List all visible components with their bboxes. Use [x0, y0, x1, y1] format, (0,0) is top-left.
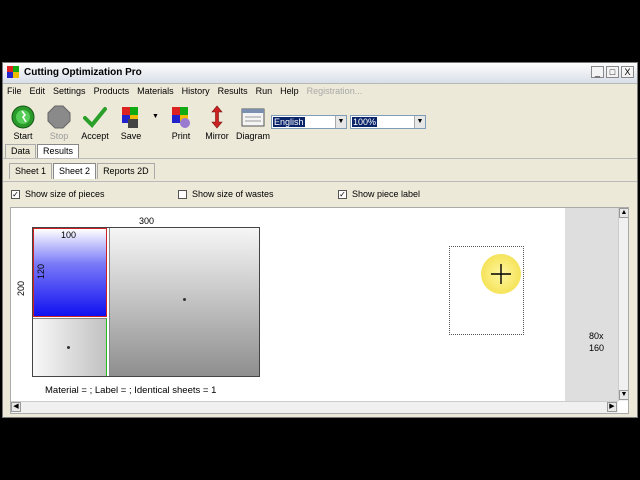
horizontal-scrollbar[interactable]: ◀ ▶: [11, 401, 618, 413]
title-bar: Cutting Optimization Pro _ □ X: [3, 63, 637, 84]
waste-piece-small[interactable]: [33, 318, 107, 376]
checkmark-icon[interactable]: ✓: [338, 189, 347, 199]
menu-materials[interactable]: Materials: [133, 84, 178, 99]
waste-piece-large[interactable]: [109, 228, 259, 376]
menu-results[interactable]: Results: [214, 84, 252, 99]
zoom-value: 100%: [352, 117, 378, 127]
sheet-tabs: Sheet 1 Sheet 2 Reports 2D: [9, 163, 156, 179]
minimize-button[interactable]: _: [591, 66, 604, 78]
diagram-icon: [241, 108, 265, 127]
crosshair-cursor-icon: [491, 264, 511, 284]
close-button[interactable]: X: [621, 66, 634, 78]
menu-run[interactable]: Run: [252, 84, 277, 99]
toolbar: Start Stop Accept Save ▼ Print Mirror Di…: [3, 101, 637, 141]
tab-results[interactable]: Results: [37, 144, 80, 158]
show-size-pieces-label: Show size of pieces: [25, 189, 105, 199]
checkmark-icon[interactable]: ✓: [11, 189, 20, 199]
zoom-select[interactable]: 100% ▼: [350, 115, 426, 129]
sheet-height-label: 200: [16, 280, 26, 296]
show-size-wastes-label: Show size of wastes: [192, 189, 274, 199]
sheet-info-footer: Material = ; Label = ; Identical sheets …: [45, 385, 217, 396]
sheet-width-label: 300: [139, 216, 155, 226]
scroll-left-icon[interactable]: ◀: [11, 402, 21, 412]
diagram-label: Diagram: [235, 131, 270, 141]
save-label: Save: [120, 131, 142, 141]
menu-edit[interactable]: Edit: [26, 84, 50, 99]
mirror-arrows-icon: [211, 105, 223, 129]
stop-octagon-icon: [47, 105, 71, 129]
tab-divider: [3, 158, 637, 159]
piece-preview-panel: 80x 160: [565, 208, 619, 401]
chevron-down-icon[interactable]: ▼: [414, 116, 425, 128]
piece-width-label: 100: [61, 230, 77, 240]
show-size-wastes-checkbox[interactable]: Show size of wastes: [178, 189, 274, 199]
menu-settings[interactable]: Settings: [49, 84, 90, 99]
waste-center-dot: [67, 346, 70, 349]
layout-canvas[interactable]: 300 200 100 120 Material = ; Label = ; I…: [10, 207, 629, 414]
tab-sheet-1[interactable]: Sheet 1: [9, 163, 53, 179]
preview-piece-height: 160: [589, 343, 605, 353]
vertical-scrollbar[interactable]: ▲ ▼: [618, 208, 628, 401]
menu-bar: File Edit Settings Products Materials Hi…: [3, 84, 637, 99]
menu-file[interactable]: File: [3, 84, 26, 99]
language-value: English: [273, 117, 305, 127]
empty-checkbox-icon[interactable]: [178, 189, 187, 199]
save-icon: [122, 107, 138, 128]
show-piece-label-label: Show piece label: [352, 189, 421, 199]
start-run-icon: [11, 105, 35, 129]
save-dropdown-arrow-icon[interactable]: ▼: [152, 113, 159, 120]
preview-piece-width: 80x: [589, 331, 604, 341]
app-logo-icon: [7, 66, 20, 79]
piece-height-label: 120: [36, 263, 46, 279]
cut-piece-blue[interactable]: 100 120: [33, 228, 107, 317]
maximize-button[interactable]: □: [606, 66, 619, 78]
menu-products[interactable]: Products: [90, 84, 134, 99]
tab-data[interactable]: Data: [5, 144, 37, 158]
tab-sheet-2[interactable]: Sheet 2: [53, 163, 97, 179]
display-options: ✓ Show size of pieces Show size of waste…: [3, 188, 637, 202]
checkmark-icon: [83, 107, 107, 128]
app-window: Cutting Optimization Pro _ □ X File Edit…: [2, 62, 638, 418]
scroll-up-icon[interactable]: ▲: [619, 208, 628, 218]
scroll-down-icon[interactable]: ▼: [619, 390, 628, 400]
show-size-pieces-checkbox[interactable]: ✓ Show size of pieces: [11, 189, 105, 199]
subtab-divider: [3, 181, 637, 182]
menu-registration[interactable]: Registration...: [303, 84, 367, 99]
diagram-button[interactable]: Diagram: [235, 103, 271, 141]
menu-history[interactable]: History: [178, 84, 214, 99]
sheet-layout: 100 120: [32, 227, 260, 377]
chevron-down-icon[interactable]: ▼: [335, 116, 346, 128]
tab-reports-2d[interactable]: Reports 2D: [97, 163, 155, 179]
window-title: Cutting Optimization Pro: [24, 67, 142, 78]
waste-center-dot: [183, 298, 186, 301]
menu-help[interactable]: Help: [276, 84, 303, 99]
show-piece-label-checkbox[interactable]: ✓ Show piece label: [338, 189, 420, 199]
main-tabs: Data Results: [5, 144, 80, 158]
language-select[interactable]: English ▼: [271, 115, 347, 129]
print-icon: [172, 107, 190, 128]
save-button[interactable]: Save: [113, 103, 149, 141]
scroll-right-icon[interactable]: ▶: [607, 402, 617, 412]
